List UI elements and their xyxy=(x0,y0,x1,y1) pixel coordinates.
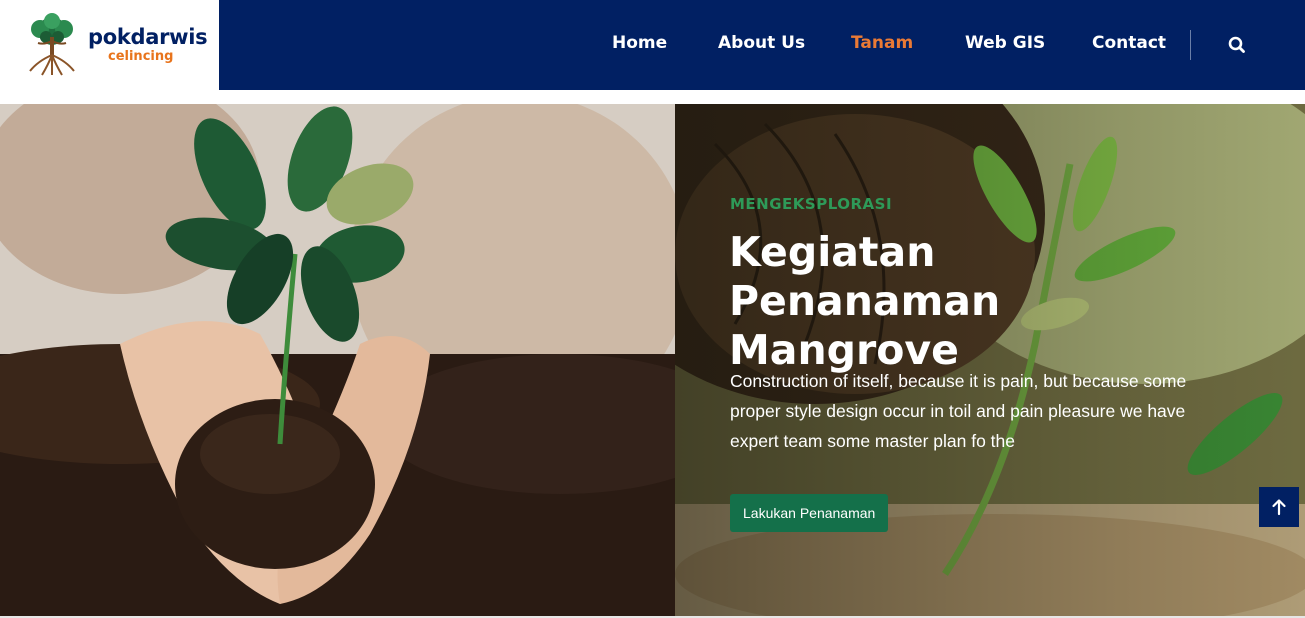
nav-item-tanam[interactable]: Tanam xyxy=(851,33,913,53)
site-header: pokdarwis celincing Home About Us Tanam … xyxy=(0,0,1305,90)
nav-item-contact[interactable]: Contact xyxy=(1092,33,1166,53)
brand-subname: celincing xyxy=(108,49,174,64)
header-spacer xyxy=(0,90,1305,104)
logo-text: pokdarwis celincing xyxy=(88,25,208,64)
arrow-up-icon xyxy=(1272,499,1286,516)
nav-item-web-gis[interactable]: Web GIS xyxy=(965,33,1045,53)
tree-logo-icon xyxy=(29,13,75,76)
nav-item-home[interactable]: Home xyxy=(612,33,667,53)
hero-title: Kegiatan Penanaman Mangrove xyxy=(729,228,1001,374)
hero-slide: MENGEKSPLORASI Kegiatan Penanaman Mangro… xyxy=(675,104,1305,616)
brand-name: pokdarwis xyxy=(88,25,208,49)
back-to-top-button[interactable] xyxy=(1259,487,1299,527)
hero-description: Construction of itself, because it is pa… xyxy=(730,371,1187,451)
search-icon xyxy=(1228,36,1245,53)
lakukan-penanaman-button[interactable]: Lakukan Penanaman xyxy=(730,494,889,532)
search-button[interactable] xyxy=(1226,34,1248,56)
logo[interactable]: pokdarwis celincing xyxy=(0,0,219,90)
nav-divider xyxy=(1190,30,1191,60)
hero-eyebrow: MENGEKSPLORASI xyxy=(730,195,893,213)
hands-seedling-illustration xyxy=(0,104,675,616)
nav-item-about-us[interactable]: About Us xyxy=(718,33,805,53)
hero-image-hands-seedling xyxy=(0,104,675,616)
